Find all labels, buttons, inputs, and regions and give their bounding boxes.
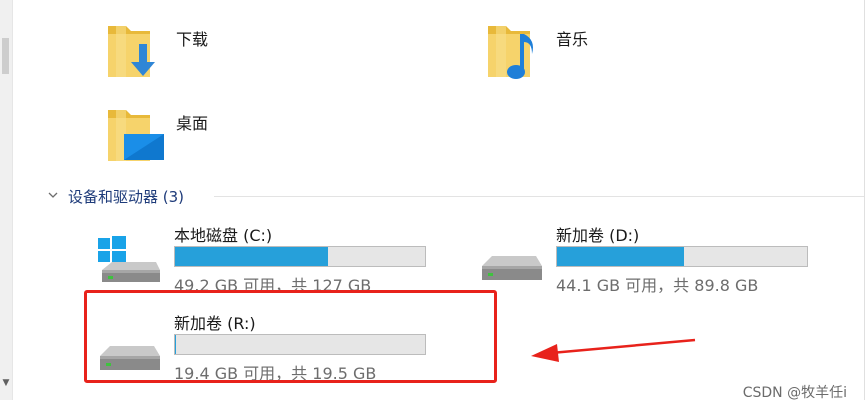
section-divider — [214, 196, 864, 197]
drive-usage-fill — [175, 247, 329, 266]
annotation-highlight-box — [84, 290, 497, 383]
explorer-window: ▼ 下载 音乐 桌面 设备和驱动器 (3) 本地磁盘 (C:) 49.2 GB … — [0, 0, 865, 412]
chevron-down-icon[interactable] — [46, 188, 60, 202]
folder-downloads[interactable]: 下载 — [106, 20, 256, 84]
drive-d[interactable]: 新加卷 (D:) 44.1 GB 可用，共 89.8 GB — [478, 218, 818, 295]
drive-free-space: 44.1 GB 可用，共 89.8 GB — [556, 276, 759, 295]
drive-name: 本地磁盘 (C:) — [174, 226, 273, 245]
scroll-down-arrow-icon[interactable]: ▼ — [2, 378, 10, 388]
annotation-arrow-icon — [531, 338, 696, 362]
folder-desktop[interactable]: 桌面 — [106, 104, 256, 168]
folder-music[interactable]: 音乐 — [486, 20, 636, 84]
drive-usage-bar — [556, 246, 808, 267]
folder-label: 桌面 — [176, 114, 209, 133]
windows-drive-icon — [98, 236, 160, 282]
drive-c[interactable]: 本地磁盘 (C:) 49.2 GB 可用，共 127 GB — [96, 218, 436, 295]
watermark: CSDN @牧羊任i — [742, 385, 847, 401]
folder-label: 下载 — [176, 30, 209, 49]
folder-label: 音乐 — [556, 30, 589, 49]
hard-drive-icon — [482, 256, 542, 280]
music-folder-icon — [488, 26, 533, 79]
downloads-folder-icon — [108, 26, 155, 77]
drive-usage-bar — [174, 246, 426, 267]
vertical-scrollbar[interactable]: ▼ — [0, 0, 13, 400]
scrollbar-thumb[interactable] — [2, 38, 9, 74]
desktop-folder-icon — [108, 110, 164, 161]
drive-name: 新加卷 (D:) — [556, 226, 640, 245]
devices-section-header[interactable]: 设备和驱动器 (3) — [44, 184, 864, 208]
section-title: 设备和驱动器 (3) — [68, 188, 185, 206]
drive-usage-fill — [557, 247, 685, 266]
